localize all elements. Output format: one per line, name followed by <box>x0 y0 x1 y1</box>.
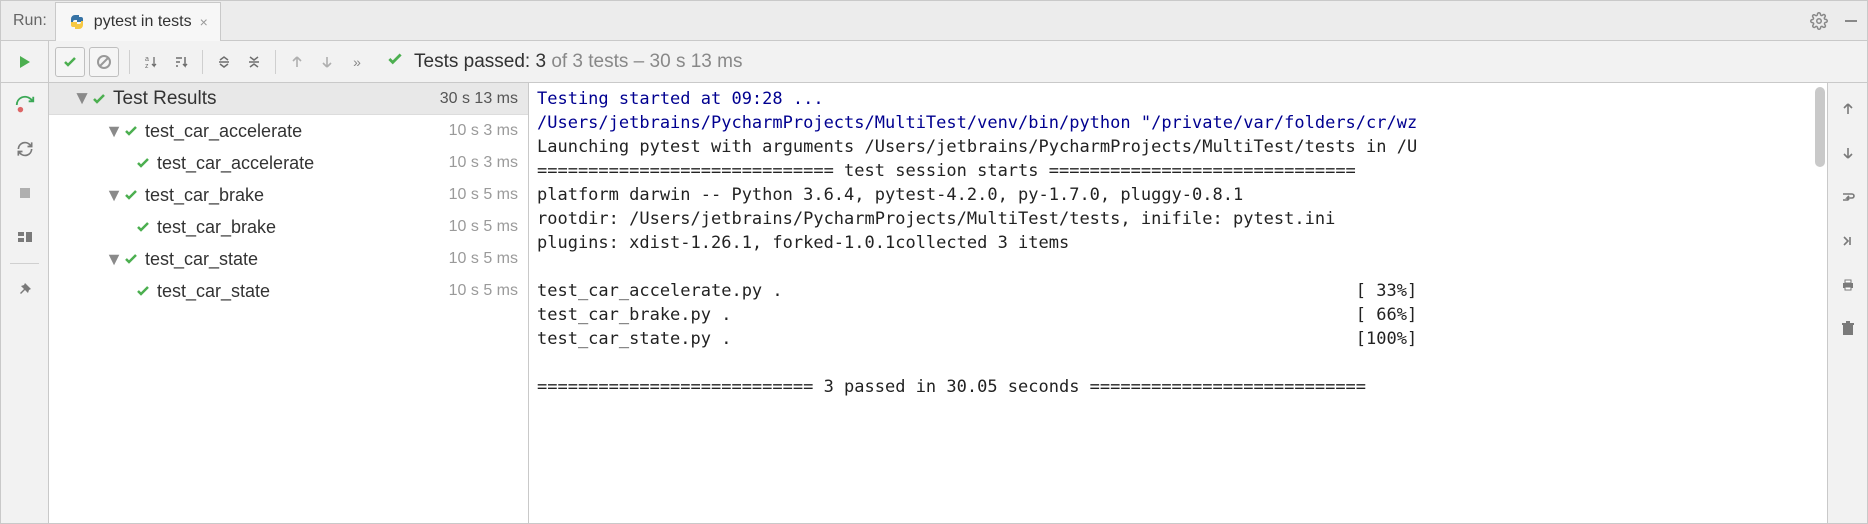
close-tab-icon[interactable]: × <box>200 14 208 30</box>
tree-leaf-time: 10 s 3 ms <box>449 154 518 172</box>
tree-node-label: test_car_brake <box>145 185 449 206</box>
status-prefix: Tests passed: <box>414 51 530 72</box>
test-tree[interactable]: ▼ Test Results 30 s 13 ms ▼ test_car_acc… <box>49 83 529 523</box>
tree-node-label: test_car_accelerate <box>145 121 449 142</box>
tree-leaf[interactable]: test_car_state 10 s 5 ms <box>49 275 528 307</box>
tree-node[interactable]: ▼ test_car_accelerate 10 s 3 ms <box>49 115 528 147</box>
scrollbar-thumb[interactable] <box>1815 87 1825 167</box>
chevron-down-icon[interactable]: ▼ <box>73 88 91 110</box>
console-line: /Users/jetbrains/PycharmProjects/MultiTe… <box>537 113 1417 133</box>
status-suffix: of 3 tests – 30 s 13 ms <box>551 51 742 72</box>
chevron-down-icon[interactable]: ▼ <box>105 249 123 270</box>
tree-node-time: 10 s 5 ms <box>449 186 518 204</box>
svg-text:z: z <box>145 63 149 70</box>
check-icon <box>91 91 107 107</box>
prev-failed-button[interactable] <box>282 47 312 77</box>
header-bar: Run: pytest in tests × <box>1 1 1867 41</box>
console-output[interactable]: Testing started at 09:28 ... /Users/jetb… <box>529 83 1827 523</box>
console-line: rootdir: /Users/jetbrains/PycharmProject… <box>537 209 1335 229</box>
console-line: platform darwin -- Python 3.6.4, pytest-… <box>537 185 1243 205</box>
check-icon <box>123 187 139 203</box>
tree-node[interactable]: ▼ test_car_brake 10 s 5 ms <box>49 179 528 211</box>
console-line: test_car_state.py . [100%] <box>537 329 1417 349</box>
check-icon <box>123 123 139 139</box>
toggle-auto-test-button[interactable] <box>1 127 49 171</box>
scroll-up-button[interactable] <box>1828 87 1868 131</box>
tree-leaf[interactable]: test_car_brake 10 s 5 ms <box>49 211 528 243</box>
tree-root-time: 30 s 13 ms <box>440 90 518 108</box>
check-icon <box>135 155 151 171</box>
expand-all-button[interactable] <box>209 47 239 77</box>
chevron-down-icon[interactable]: ▼ <box>105 185 123 206</box>
show-passed-toggle[interactable] <box>55 47 85 77</box>
hide-button[interactable] <box>1835 5 1867 37</box>
tab-label: pytest in tests <box>94 13 192 31</box>
chevron-down-icon[interactable]: ▼ <box>105 121 123 142</box>
test-status: Tests passed: 3 of 3 tests – 30 s 13 ms <box>378 50 742 74</box>
show-ignored-toggle[interactable] <box>89 47 119 77</box>
right-gutter <box>1827 83 1867 523</box>
console-line: Launching pytest with arguments /Users/j… <box>537 137 1417 157</box>
layout-button[interactable] <box>1 215 49 259</box>
rerun-failed-button[interactable] <box>1 83 49 127</box>
tree-leaf-label: test_car_brake <box>157 217 449 238</box>
console-line: test_car_brake.py . [ 66%] <box>537 305 1417 325</box>
main-area: ▼ Test Results 30 s 13 ms ▼ test_car_acc… <box>1 83 1867 523</box>
pytest-icon <box>68 13 86 31</box>
soft-wrap-button[interactable] <box>1828 175 1868 219</box>
tree-leaf-time: 10 s 5 ms <box>449 282 518 300</box>
tree-leaf-time: 10 s 5 ms <box>449 218 518 236</box>
run-tool-window: Run: pytest in tests × <box>0 0 1868 524</box>
settings-button[interactable] <box>1803 5 1835 37</box>
more-button[interactable]: » <box>342 47 372 77</box>
check-icon <box>123 251 139 267</box>
tree-node[interactable]: ▼ test_car_state 10 s 5 ms <box>49 243 528 275</box>
rerun-button[interactable] <box>10 47 40 77</box>
console-line: test_car_accelerate.py . [ 33%] <box>537 281 1417 301</box>
check-icon <box>135 219 151 235</box>
scroll-down-button[interactable] <box>1828 131 1868 175</box>
tree-root[interactable]: ▼ Test Results 30 s 13 ms <box>49 83 528 115</box>
left-gutter <box>1 83 49 523</box>
check-icon <box>135 283 151 299</box>
console-line: ============================= test sessi… <box>537 161 1356 181</box>
status-passed-count: 3 <box>535 51 546 72</box>
scroll-to-end-button[interactable] <box>1828 219 1868 263</box>
stop-button[interactable] <box>1 171 49 215</box>
pin-button[interactable] <box>1 268 49 312</box>
console-line: =========================== 3 passed in … <box>537 377 1366 397</box>
run-label: Run: <box>9 12 55 30</box>
tree-node-time: 10 s 5 ms <box>449 250 518 268</box>
next-failed-button[interactable] <box>312 47 342 77</box>
delete-button[interactable] <box>1828 307 1868 351</box>
console-line: plugins: xdist-1.26.1, forked-1.0.1colle… <box>537 233 1069 253</box>
check-icon <box>386 50 404 74</box>
console-line: Testing started at 09:28 ... <box>537 89 824 109</box>
tree-leaf[interactable]: test_car_accelerate 10 s 3 ms <box>49 147 528 179</box>
tree-node-time: 10 s 3 ms <box>449 122 518 140</box>
tree-node-label: test_car_state <box>145 249 449 270</box>
tree-leaf-label: test_car_accelerate <box>157 153 449 174</box>
sort-alpha-button[interactable]: az <box>136 47 166 77</box>
run-tab[interactable]: pytest in tests × <box>55 2 221 41</box>
tree-root-label: Test Results <box>113 88 440 110</box>
svg-text:a: a <box>145 56 149 63</box>
print-button[interactable] <box>1828 263 1868 307</box>
sort-duration-button[interactable] <box>166 47 196 77</box>
test-toolbar: az » Tests <box>1 41 1867 83</box>
collapse-all-button[interactable] <box>239 47 269 77</box>
tree-leaf-label: test_car_state <box>157 281 449 302</box>
